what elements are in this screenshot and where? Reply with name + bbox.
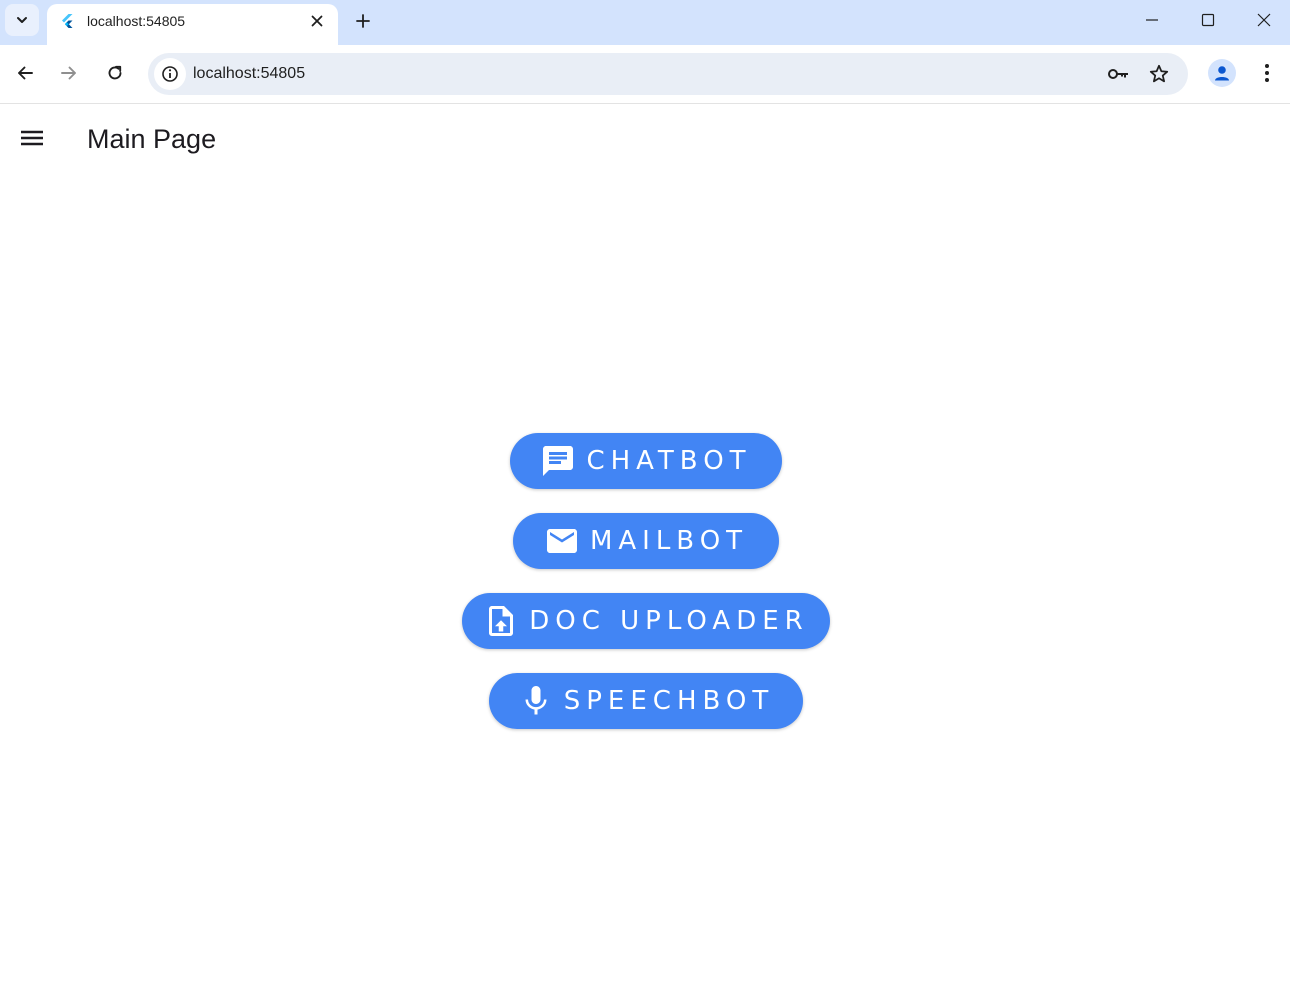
arrow-right-icon xyxy=(61,66,76,80)
minimize-icon xyxy=(1146,19,1158,21)
browser-toolbar: localhost:54805 xyxy=(0,45,1290,104)
forward-button[interactable] xyxy=(53,57,85,89)
drawer-menu-button[interactable] xyxy=(16,122,48,154)
chatbot-button-label: CHATBOT xyxy=(586,446,752,476)
info-icon xyxy=(162,66,178,82)
password-key-button[interactable] xyxy=(1106,62,1130,86)
arrow-left-icon xyxy=(18,66,33,80)
star-icon xyxy=(1149,64,1169,83)
doc-uploader-button[interactable]: DOC UPLOADER xyxy=(462,593,830,649)
close-window-button[interactable] xyxy=(1236,0,1290,40)
doc-uploader-button-label: DOC UPLOADER xyxy=(529,606,809,636)
file-upload-icon xyxy=(483,603,519,639)
chevron-down-icon xyxy=(17,17,27,23)
profile-button[interactable] xyxy=(1208,59,1236,87)
browser-menu-button[interactable] xyxy=(1254,59,1280,87)
tab-title: localhost:54805 xyxy=(87,13,186,29)
more-vert-icon xyxy=(1265,64,1269,82)
url-text[interactable]: localhost:54805 xyxy=(193,65,305,83)
reload-button[interactable] xyxy=(99,57,131,89)
site-info-button[interactable] xyxy=(154,58,186,90)
address-bar[interactable]: localhost:54805 xyxy=(148,53,1188,95)
reload-icon xyxy=(108,65,122,80)
mailbot-button-label: MAILBOT xyxy=(589,526,749,556)
key-icon xyxy=(1108,69,1128,79)
page-title: Main Page xyxy=(87,124,217,154)
close-window-icon xyxy=(1257,13,1271,27)
tab-search-button[interactable] xyxy=(5,4,39,36)
speechbot-button-label: SPEECHBOT xyxy=(563,686,775,716)
maximize-window-button[interactable] xyxy=(1180,0,1236,40)
plus-icon xyxy=(356,14,370,28)
minimize-window-button[interactable] xyxy=(1124,0,1180,40)
mail-icon xyxy=(544,523,580,559)
speechbot-button[interactable]: SPEECHBOT xyxy=(489,673,803,729)
maximize-icon xyxy=(1201,13,1215,27)
chat-icon xyxy=(540,443,576,479)
bookmark-star-button[interactable] xyxy=(1147,62,1171,86)
chatbot-button[interactable]: CHATBOT xyxy=(510,433,782,489)
mailbot-button[interactable]: MAILBOT xyxy=(513,513,779,569)
browser-tab[interactable]: localhost:54805 xyxy=(47,4,338,45)
app-bar: Main Page xyxy=(0,104,1290,174)
person-icon xyxy=(1215,66,1229,81)
new-tab-button[interactable] xyxy=(349,7,377,35)
hamburger-menu-icon xyxy=(21,130,43,146)
tab-close-button[interactable] xyxy=(306,10,328,32)
close-icon xyxy=(311,15,323,27)
back-button[interactable] xyxy=(9,57,41,89)
mic-icon xyxy=(518,683,554,719)
flutter-favicon-icon xyxy=(62,14,73,28)
browser-tab-strip: localhost:54805 xyxy=(0,0,1290,45)
